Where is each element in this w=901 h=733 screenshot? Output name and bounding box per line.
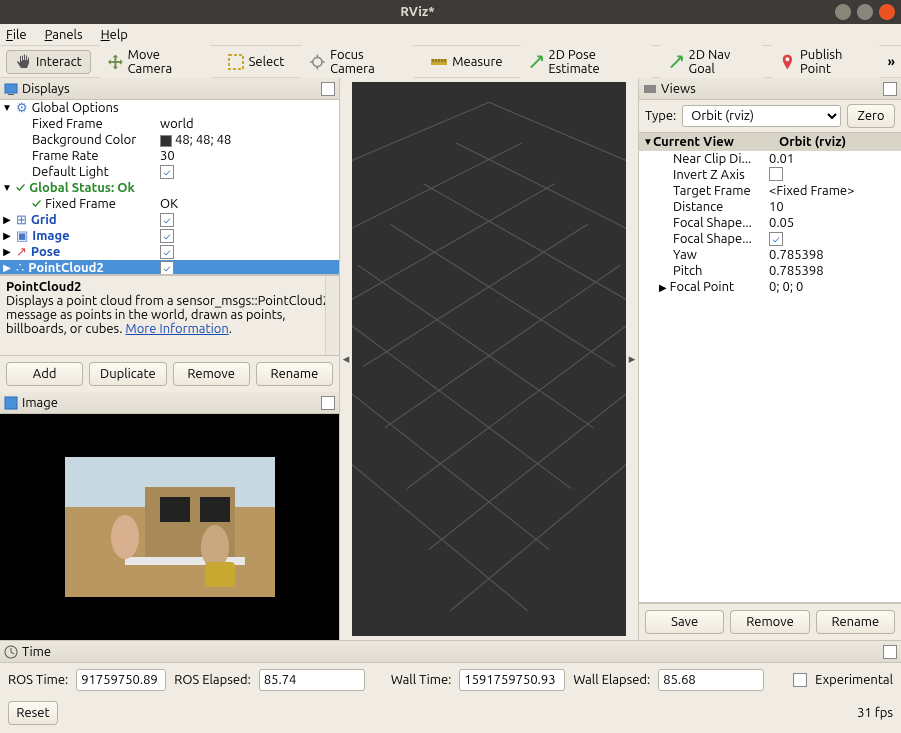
views-panel-header: Views — [639, 78, 901, 100]
window-title: RViz* — [6, 5, 829, 19]
3d-view[interactable] — [352, 82, 626, 636]
image-panel-header: Image — [0, 392, 339, 414]
minimize-icon[interactable] — [835, 4, 851, 20]
wall-time-field[interactable] — [459, 669, 565, 691]
view-property-row[interactable]: Focal Shape...✓ — [639, 231, 901, 247]
wall-elapsed-label: Wall Elapsed: — [573, 673, 650, 687]
splitter-right[interactable]: ▸ — [626, 78, 638, 640]
more-information-link[interactable]: More Information — [125, 322, 228, 336]
ros-time-field[interactable] — [76, 669, 166, 691]
wall-elapsed-field[interactable] — [658, 669, 764, 691]
view-property-row[interactable]: Target Frame<Fixed Frame> — [639, 183, 901, 199]
image-icon — [4, 396, 18, 410]
experimental-checkbox[interactable] — [793, 673, 807, 687]
wall-time-label: Wall Time: — [391, 673, 452, 687]
ros-elapsed-field[interactable] — [259, 669, 365, 691]
select-button[interactable]: Select — [219, 50, 294, 74]
arrow-green-icon — [669, 54, 684, 70]
remove-view-button[interactable]: Remove — [730, 610, 809, 634]
measure-button[interactable]: Measure — [422, 50, 511, 74]
tree-item-image[interactable]: ▶▣ Image✓ — [0, 228, 339, 244]
view-property-row[interactable]: Pitch0.785398 — [639, 263, 901, 279]
add-button[interactable]: Add — [6, 362, 83, 386]
views-tree[interactable]: ▼Current ViewOrbit (rviz) Near Clip Di..… — [639, 132, 901, 603]
displays-collapse-checkbox[interactable] — [321, 82, 335, 96]
displays-panel-header: Displays — [0, 78, 339, 100]
view-property-row[interactable]: Invert Z Axis — [639, 167, 901, 183]
toolbar: Interact Move Camera Select Focus Camera… — [0, 46, 901, 78]
move-icon — [108, 54, 123, 70]
view-property-row[interactable]: Focal Shape...0.05 — [639, 215, 901, 231]
rename-view-button[interactable]: Rename — [816, 610, 895, 634]
camera-image — [65, 457, 275, 597]
image-view[interactable] — [0, 414, 339, 640]
views-icon — [643, 82, 657, 96]
color-swatch — [160, 135, 172, 147]
default-light-checkbox[interactable]: ✓ — [160, 165, 174, 179]
experimental-label: Experimental — [815, 673, 893, 687]
remove-button[interactable]: Remove — [173, 362, 250, 386]
menu-help[interactable]: Help — [101, 28, 128, 42]
displays-icon — [4, 82, 18, 96]
interact-button[interactable]: Interact — [6, 50, 91, 74]
tree-item-pointcloud2[interactable]: ▶∴ PointCloud2✓ — [0, 260, 339, 275]
window-titlebar: RViz* — [0, 0, 901, 24]
pin-icon — [780, 54, 795, 70]
clock-icon — [4, 645, 18, 659]
publish-point-button[interactable]: Publish Point — [771, 44, 879, 80]
zero-button[interactable]: Zero — [847, 104, 895, 128]
menubar: File Panels Help — [0, 24, 901, 46]
toolbar-overflow-button[interactable]: » — [888, 55, 895, 69]
view-type-select[interactable]: Orbit (rviz) — [682, 105, 841, 127]
crosshair-icon — [310, 54, 325, 70]
maximize-icon[interactable] — [857, 4, 873, 20]
splitter-left[interactable]: ◂ — [340, 78, 352, 640]
move-camera-button[interactable]: Move Camera — [99, 44, 211, 80]
scrollbar[interactable] — [325, 276, 339, 355]
tree-item-grid[interactable]: ▶⊞ Grid✓ — [0, 212, 339, 228]
nav-goal-button[interactable]: 2D Nav Goal — [660, 44, 764, 80]
focus-camera-button[interactable]: Focus Camera — [301, 44, 414, 80]
ruler-icon — [431, 54, 447, 70]
time-collapse-checkbox[interactable] — [883, 645, 897, 659]
rename-button[interactable]: Rename — [256, 362, 333, 386]
reset-button[interactable]: Reset — [8, 701, 58, 725]
display-description: PointCloud2 Displays a point cloud from … — [0, 275, 339, 355]
menu-file[interactable]: File — [6, 28, 27, 42]
hand-icon — [15, 54, 31, 70]
time-panel-header: Time — [0, 641, 901, 663]
duplicate-button[interactable]: Duplicate — [89, 362, 166, 386]
save-view-button[interactable]: Save — [645, 610, 724, 634]
image-collapse-checkbox[interactable] — [321, 396, 335, 410]
view-property-row[interactable]: ▶ Focal Point0; 0; 0 — [639, 279, 901, 295]
ros-elapsed-label: ROS Elapsed: — [174, 673, 251, 687]
view-property-row[interactable]: Yaw0.785398 — [639, 247, 901, 263]
tree-item-pose[interactable]: ▶↗ Pose✓ — [0, 244, 339, 260]
fps-label: 31 fps — [857, 706, 893, 720]
arrow-green-icon — [529, 54, 544, 70]
views-collapse-checkbox[interactable] — [883, 82, 897, 96]
menu-panels[interactable]: Panels — [45, 28, 83, 42]
select-icon — [228, 54, 244, 70]
close-icon[interactable] — [879, 4, 895, 20]
ros-time-label: ROS Time: — [8, 673, 68, 687]
view-property-row[interactable]: Distance10 — [639, 199, 901, 215]
type-label: Type: — [645, 109, 676, 123]
pose-estimate-button[interactable]: 2D Pose Estimate — [520, 44, 652, 80]
displays-tree[interactable]: ▼⚙ Global Options Fixed Frameworld Backg… — [0, 100, 339, 275]
view-property-row[interactable]: Near Clip Di...0.01 — [639, 151, 901, 167]
